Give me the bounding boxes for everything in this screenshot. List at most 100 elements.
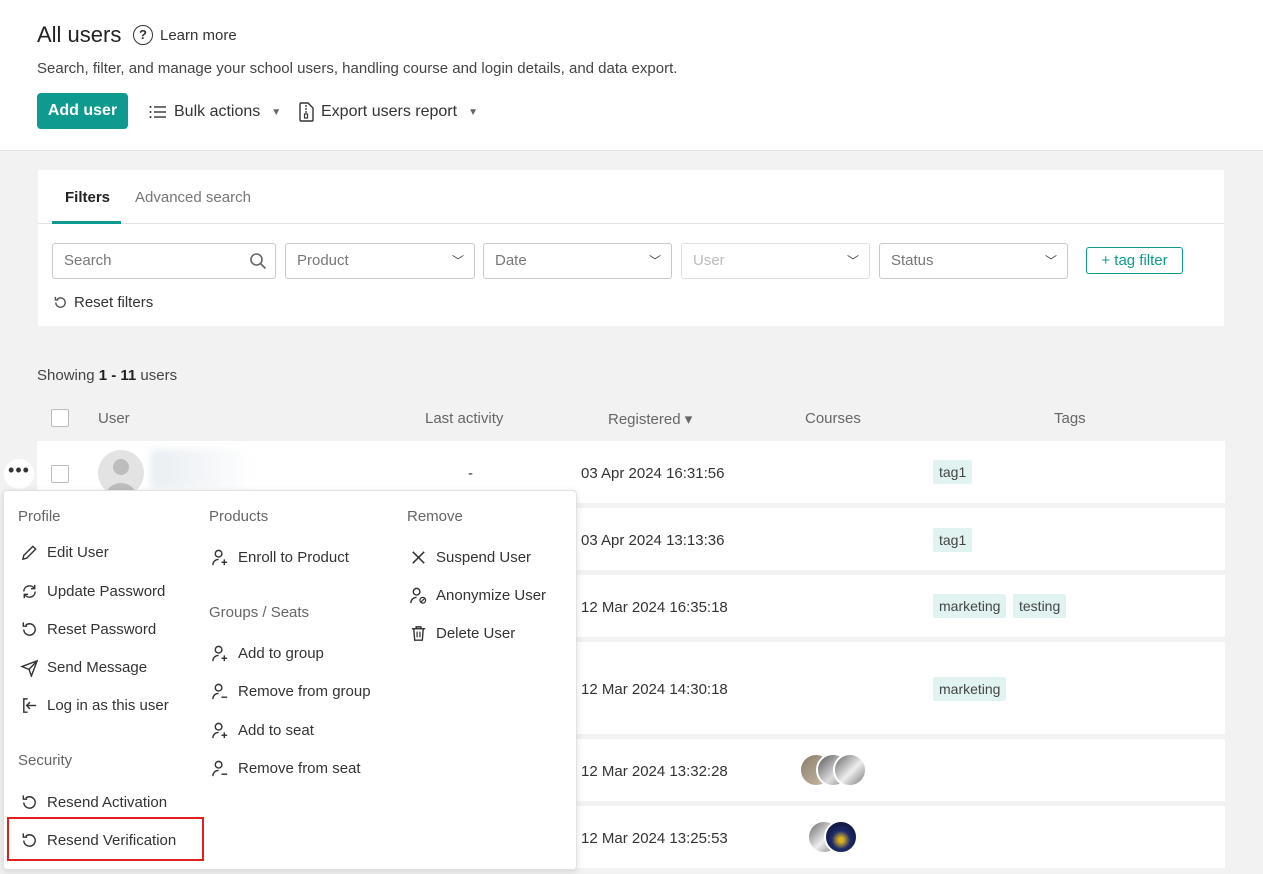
- column-header-tags[interactable]: Tags: [1054, 410, 1086, 427]
- chevron-down-icon: ﹀: [1044, 254, 1057, 268]
- update-password-item[interactable]: Update Password: [20, 582, 165, 601]
- anonymize-user-label: Anonymize User: [436, 587, 547, 604]
- add-to-group-item[interactable]: Add to group: [211, 644, 324, 663]
- page-title: All users: [37, 22, 122, 47]
- tab-filters[interactable]: Filters: [65, 189, 110, 206]
- user-select[interactable]: User ﹀: [681, 243, 870, 279]
- trash-icon: [411, 626, 426, 641]
- add-user-button[interactable]: Add user: [37, 93, 128, 129]
- remove-from-group-item[interactable]: Remove from group: [211, 682, 371, 701]
- active-tab-indicator: [52, 221, 121, 224]
- add-to-group-label: Add to group: [238, 645, 324, 662]
- date-select-value: Date: [495, 252, 527, 269]
- page-header: All users ? Learn more Search, filter, a…: [0, 0, 1263, 151]
- anonymize-user-item[interactable]: Anonymize User: [409, 586, 546, 605]
- tag-badge[interactable]: tag1: [933, 460, 973, 484]
- row-actions-button[interactable]: •••: [4, 459, 34, 489]
- edit-user-item[interactable]: Edit User: [20, 543, 109, 562]
- menu-section-profile: Profile: [18, 508, 61, 525]
- remove-from-group-label: Remove from group: [238, 683, 371, 700]
- menu-section-remove: Remove: [407, 508, 463, 525]
- close-icon: [412, 551, 425, 564]
- filter-card: Filters Advanced search Search Product ﹀…: [38, 170, 1224, 326]
- edit-user-label: Edit User: [47, 544, 109, 561]
- reset-filters-label: Reset filters: [74, 294, 154, 311]
- tag-badge[interactable]: tag1: [933, 528, 973, 552]
- add-to-seat-label: Add to seat: [238, 722, 314, 739]
- select-all-checkbox[interactable]: [51, 409, 69, 427]
- registered-date: 03 Apr 2024 13:13:36: [581, 532, 725, 549]
- user-name-blurred: [150, 449, 254, 489]
- search-input[interactable]: Search: [52, 243, 276, 279]
- column-header-registered[interactable]: Registered ▾: [608, 410, 692, 428]
- export-users-report-button[interactable]: Export users report ▼: [298, 100, 478, 124]
- reset-password-label: Reset Password: [47, 621, 157, 638]
- registered-date: 03 Apr 2024 16:31:56: [581, 465, 725, 482]
- reset-icon: [22, 622, 36, 636]
- suspend-user-item[interactable]: Suspend User: [409, 548, 531, 567]
- product-select-value: Product: [297, 252, 349, 269]
- learn-more-link[interactable]: Learn more: [160, 27, 237, 44]
- chevron-down-icon: ﹀: [451, 254, 464, 268]
- results-count: Showing 1 - 11 users: [37, 367, 178, 384]
- column-header-courses[interactable]: Courses: [805, 410, 861, 427]
- registered-date: 12 Mar 2024 14:30:18: [581, 681, 728, 698]
- menu-section-products: Products: [209, 508, 269, 525]
- filter-tabs: Filters Advanced search: [38, 170, 1224, 224]
- row-checkbox[interactable]: [51, 465, 69, 483]
- menu-section-security: Security: [18, 752, 73, 769]
- resend-activation-item[interactable]: Resend Activation: [20, 793, 167, 812]
- tag-badge[interactable]: marketing: [933, 594, 1007, 618]
- date-select[interactable]: Date ﹀: [483, 243, 672, 279]
- delete-user-item[interactable]: Delete User: [409, 624, 515, 643]
- tag-badge[interactable]: marketing: [933, 677, 1007, 701]
- enroll-product-item[interactable]: Enroll to Product: [211, 548, 349, 567]
- tag-filter-button[interactable]: + tag filter: [1086, 247, 1183, 274]
- suspend-user-label: Suspend User: [436, 549, 532, 566]
- resend-activation-label: Resend Activation: [47, 794, 168, 811]
- user-minus-icon: [212, 760, 228, 777]
- registered-date: 12 Mar 2024 13:32:28: [581, 763, 728, 780]
- product-select[interactable]: Product ﹀: [285, 243, 475, 279]
- menu-section-groups-seats: Groups / Seats: [209, 604, 310, 621]
- send-message-item[interactable]: Send Message: [20, 658, 147, 677]
- search-placeholder: Search: [64, 252, 112, 269]
- reset-password-item[interactable]: Reset Password: [20, 620, 156, 639]
- refresh-icon: [23, 584, 36, 599]
- column-header-last-activity[interactable]: Last activity: [425, 410, 503, 427]
- login-as-user-label: Log in as this user: [47, 697, 169, 714]
- user-minus-icon: [212, 683, 228, 700]
- reset-icon: [22, 795, 36, 809]
- add-to-seat-item[interactable]: Add to seat: [211, 721, 314, 740]
- course-thumbnail[interactable]: [833, 753, 867, 787]
- login-icon: [23, 698, 37, 713]
- bulk-actions-button[interactable]: Bulk actions ▼: [149, 100, 281, 124]
- search-icon: [250, 253, 267, 270]
- status-select[interactable]: Status ﹀: [879, 243, 1068, 279]
- user-plus-icon: [212, 645, 228, 662]
- tab-advanced-search[interactable]: Advanced search: [135, 189, 251, 206]
- last-activity: -: [468, 465, 473, 482]
- chevron-down-icon: ▼: [271, 106, 282, 118]
- pencil-icon: [21, 545, 37, 561]
- help-icon[interactable]: ?: [133, 25, 153, 45]
- column-header-user[interactable]: User: [98, 410, 130, 427]
- registered-date: 12 Mar 2024 13:25:53: [581, 830, 728, 847]
- send-message-label: Send Message: [47, 659, 148, 676]
- export-report-label: Export users report: [321, 103, 458, 120]
- user-actions-menu: Profile Edit User Update Password Reset …: [3, 490, 577, 870]
- tag-badge[interactable]: testing: [1013, 594, 1067, 618]
- delete-user-label: Delete User: [436, 625, 516, 642]
- chevron-down-icon: ﹀: [846, 254, 859, 268]
- login-as-user-item[interactable]: Log in as this user: [20, 696, 169, 715]
- bulk-actions-label: Bulk actions: [174, 103, 261, 120]
- course-thumbnail[interactable]: [824, 820, 858, 854]
- chevron-down-icon: ▼: [468, 106, 478, 118]
- enroll-product-label: Enroll to Product: [238, 549, 349, 566]
- user-blocked-icon: [410, 587, 427, 604]
- remove-from-seat-item[interactable]: Remove from seat: [211, 759, 361, 778]
- reset-icon: [54, 296, 66, 308]
- reset-filters-button[interactable]: Reset filters: [53, 294, 153, 311]
- page-subtitle: Search, filter, and manage your school u…: [37, 60, 678, 77]
- status-select-value: Status: [891, 252, 934, 269]
